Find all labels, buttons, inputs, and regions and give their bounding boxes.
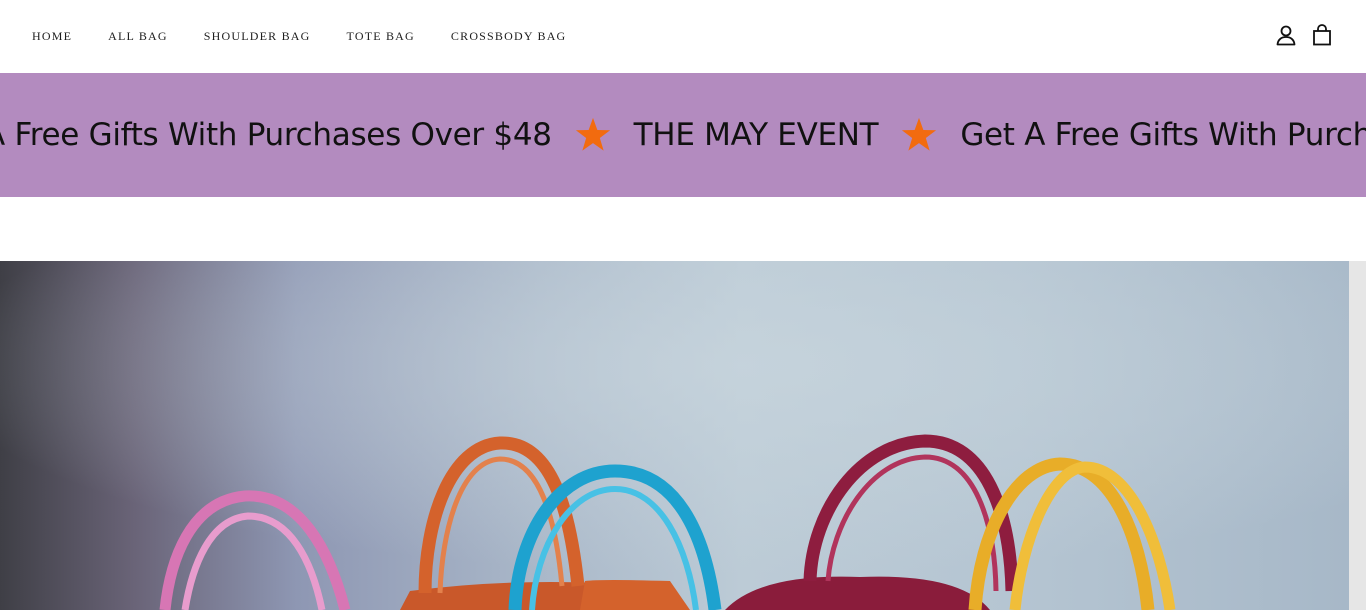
site-header: HOME ALL BAG SHOULDER BAG TOTE BAG CROSS… — [0, 0, 1366, 73]
star-icon — [575, 117, 610, 151]
announcement-message: A Free Gifts With Purchases Over $48 — [0, 117, 552, 153]
nav-home[interactable]: HOME — [32, 29, 72, 43]
announcement-track: A Free Gifts With Purchases Over $48 THE… — [0, 73, 1366, 197]
announcement-message: Get A Free Gifts With Purchases Over $48 — [960, 117, 1366, 153]
section-spacer — [0, 197, 1366, 261]
nav-all-bag[interactable]: ALL BAG — [108, 29, 168, 43]
cart-icon[interactable] — [1312, 24, 1332, 46]
hero-banner — [0, 261, 1349, 610]
scrollbar[interactable] — [1349, 261, 1366, 610]
announcement-bar: A Free Gifts With Purchases Over $48 THE… — [0, 73, 1366, 197]
handbags-image — [0, 261, 1349, 610]
nav-tote-bag[interactable]: TOTE BAG — [347, 29, 415, 43]
header-actions — [1276, 24, 1332, 46]
main-nav: HOME ALL BAG SHOULDER BAG TOTE BAG CROSS… — [32, 29, 602, 43]
announcement-message: THE MAY EVENT — [633, 117, 879, 153]
nav-crossbody-bag[interactable]: CROSSBODY BAG — [451, 29, 567, 43]
nav-shoulder-bag[interactable]: SHOULDER BAG — [204, 29, 311, 43]
account-icon[interactable] — [1276, 24, 1296, 46]
star-icon — [902, 117, 937, 151]
